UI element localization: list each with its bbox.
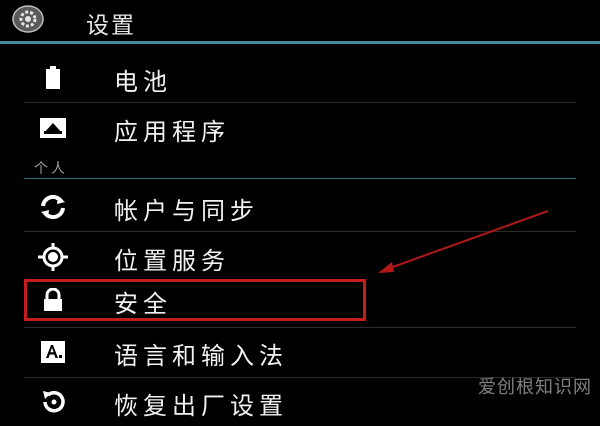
settings-item-location[interactable]: 位置服务 xyxy=(24,233,576,281)
keyboard-icon xyxy=(38,338,68,366)
header-divider xyxy=(0,41,600,44)
divider xyxy=(24,231,576,232)
settings-item-label: 电池 xyxy=(114,68,172,96)
settings-item-label: 应用程序 xyxy=(114,118,230,146)
section-header-personal: 个人 xyxy=(34,161,68,177)
divider xyxy=(24,102,576,103)
settings-item-label: 语言和输入法 xyxy=(114,342,288,370)
gear-icon[interactable] xyxy=(12,5,44,33)
restore-icon xyxy=(38,388,68,416)
location-icon xyxy=(38,243,68,271)
section-divider xyxy=(24,178,576,179)
app-header: 设置 xyxy=(0,0,600,40)
settings-item-label: 帐户与同步 xyxy=(114,197,259,225)
battery-icon xyxy=(38,64,68,92)
settings-item-apps[interactable]: 应用程序 xyxy=(24,104,576,152)
apps-icon xyxy=(38,114,68,142)
highlight-box xyxy=(24,279,366,321)
settings-item-accounts-sync[interactable]: 帐户与同步 xyxy=(24,183,576,231)
watermark: 爱创根知识网 xyxy=(478,377,592,398)
settings-item-label: 位置服务 xyxy=(114,247,230,275)
settings-item-battery[interactable]: 电池 xyxy=(24,54,576,102)
page-title: 设置 xyxy=(86,13,136,39)
sync-icon xyxy=(38,193,68,221)
settings-item-language-input[interactable]: 语言和输入法 xyxy=(24,328,576,376)
settings-item-label: 恢复出厂设置 xyxy=(114,392,288,420)
